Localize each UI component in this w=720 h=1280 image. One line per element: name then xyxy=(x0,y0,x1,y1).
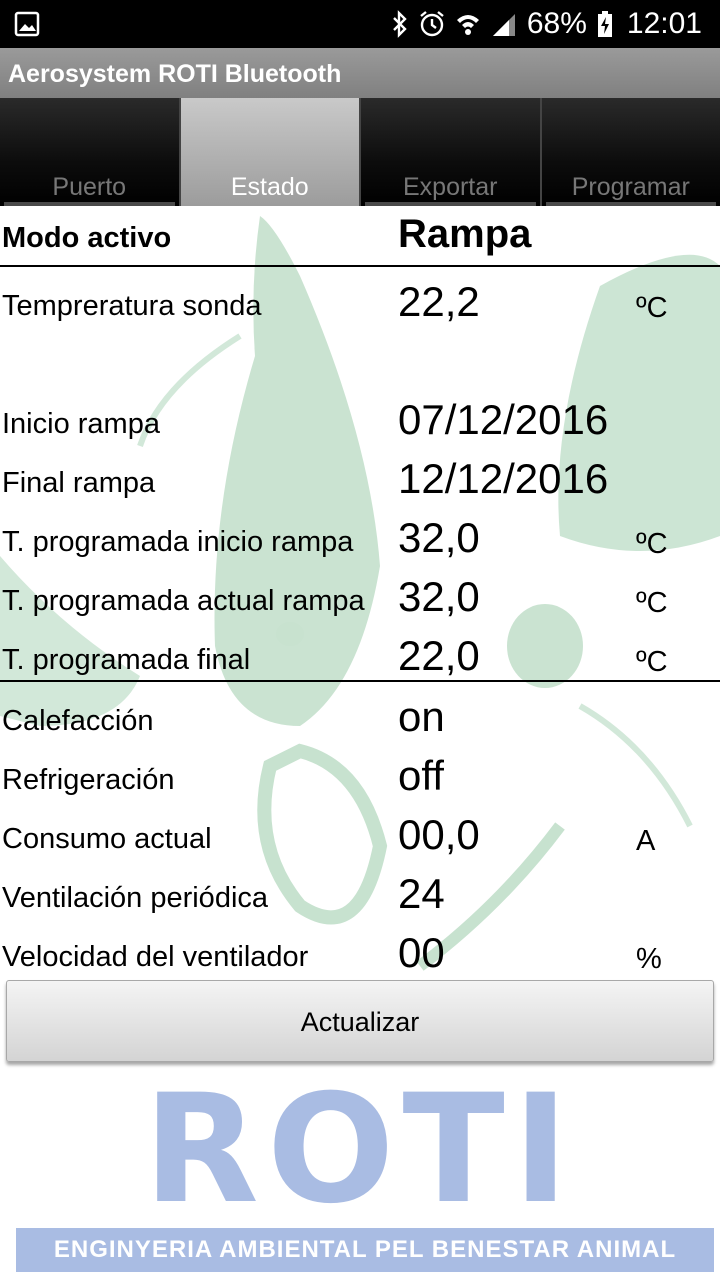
row-label: T. programada actual rampa xyxy=(2,585,365,617)
clock: 12:01 xyxy=(626,7,702,40)
row-label: Calefacción xyxy=(2,705,154,737)
row-value: 24 xyxy=(398,870,445,917)
row-value: 07/12/2016 xyxy=(398,396,609,443)
row-unit: ºC xyxy=(636,646,668,678)
row-unit: ºC xyxy=(636,587,668,619)
wifi-icon xyxy=(456,15,479,35)
tab-bar: Puerto Estado Exportar Programar xyxy=(0,98,720,206)
cooling-row: Refrigeración off xyxy=(0,752,720,808)
refresh-button[interactable]: Actualizar xyxy=(6,980,714,1062)
heating-row: Calefacción on xyxy=(0,693,720,749)
battery-charging-icon xyxy=(597,11,612,37)
programmed-current-temperature-row: T. programada actual rampa 32,0 ºC xyxy=(0,573,720,629)
tab-indicator xyxy=(545,202,716,206)
row-value: 00 xyxy=(398,929,445,976)
roti-logo: ROTI xyxy=(143,1063,577,1237)
row-label: Inicio rampa xyxy=(2,408,160,440)
divider xyxy=(0,265,720,267)
mode-value: Rampa xyxy=(398,212,532,256)
periodic-ventilation-row: Ventilación periódica 24 xyxy=(0,870,720,926)
mode-label: Modo activo xyxy=(2,222,172,254)
probe-temperature-row: Tempreratura sonda 22,2 ºC xyxy=(0,278,720,334)
row-value: 32,0 xyxy=(398,514,480,561)
row-label: T. programada final xyxy=(2,644,251,676)
row-value: on xyxy=(398,693,445,740)
row-unit: A xyxy=(636,825,656,857)
row-label: Refrigeración xyxy=(2,764,175,796)
row-unit: ºC xyxy=(636,528,668,560)
row-unit: ºC xyxy=(636,292,668,324)
row-label: Tempreratura sonda xyxy=(2,290,262,322)
row-value: 12/12/2016 xyxy=(398,455,609,502)
programmed-start-temperature-row: T. programada inicio rampa 32,0 ºC xyxy=(0,514,720,570)
row-label: Velocidad del ventilador xyxy=(2,941,309,973)
mode-row: Modo activo Rampa xyxy=(0,208,720,264)
ramp-start-row: Inicio rampa 07/12/2016 xyxy=(0,396,720,452)
tab-label: Exportar xyxy=(403,173,498,201)
battery-percent: 68% xyxy=(526,7,587,40)
tab-indicator xyxy=(4,202,175,206)
row-value: 00,0 xyxy=(398,811,480,858)
tab-programar[interactable]: Programar xyxy=(541,98,720,206)
ramp-end-row: Final rampa 12/12/2016 xyxy=(0,455,720,511)
row-label: T. programada inicio rampa xyxy=(2,526,354,558)
app-title-bar: Aerosystem ROTI Bluetooth xyxy=(0,48,720,98)
tab-label: Puerto xyxy=(52,173,127,201)
current-consumption-row: Consumo actual 00,0 A xyxy=(0,811,720,867)
row-value: 22,0 xyxy=(398,632,480,679)
row-value: 22,2 xyxy=(398,278,480,325)
row-label: Consumo actual xyxy=(2,823,212,855)
tab-exportar[interactable]: Exportar xyxy=(361,98,542,206)
roti-tagline: ENGINYERIA AMBIENTAL PEL BENESTAR ANIMAL xyxy=(16,1228,714,1272)
alarm-icon xyxy=(420,11,444,37)
row-label: Ventilación periódica xyxy=(2,882,269,914)
status-bar: 68% 12:01 xyxy=(0,0,720,48)
app-title: Aerosystem ROTI Bluetooth xyxy=(8,60,342,88)
tab-label: Programar xyxy=(571,173,690,201)
row-label: Final rampa xyxy=(2,467,156,499)
row-value: 32,0 xyxy=(398,573,480,620)
divider xyxy=(0,680,720,682)
row-value: off xyxy=(398,752,444,799)
image-notification-icon xyxy=(14,11,40,37)
tab-estado[interactable]: Estado xyxy=(180,98,361,206)
tab-label: Estado xyxy=(230,173,309,201)
signal-icon xyxy=(492,14,515,36)
row-unit: % xyxy=(636,943,662,975)
tab-indicator xyxy=(365,202,536,206)
tab-puerto[interactable]: Puerto xyxy=(0,98,181,206)
fan-speed-row: Velocidad del ventilador 00 % xyxy=(0,929,720,985)
bluetooth-icon xyxy=(393,10,407,38)
